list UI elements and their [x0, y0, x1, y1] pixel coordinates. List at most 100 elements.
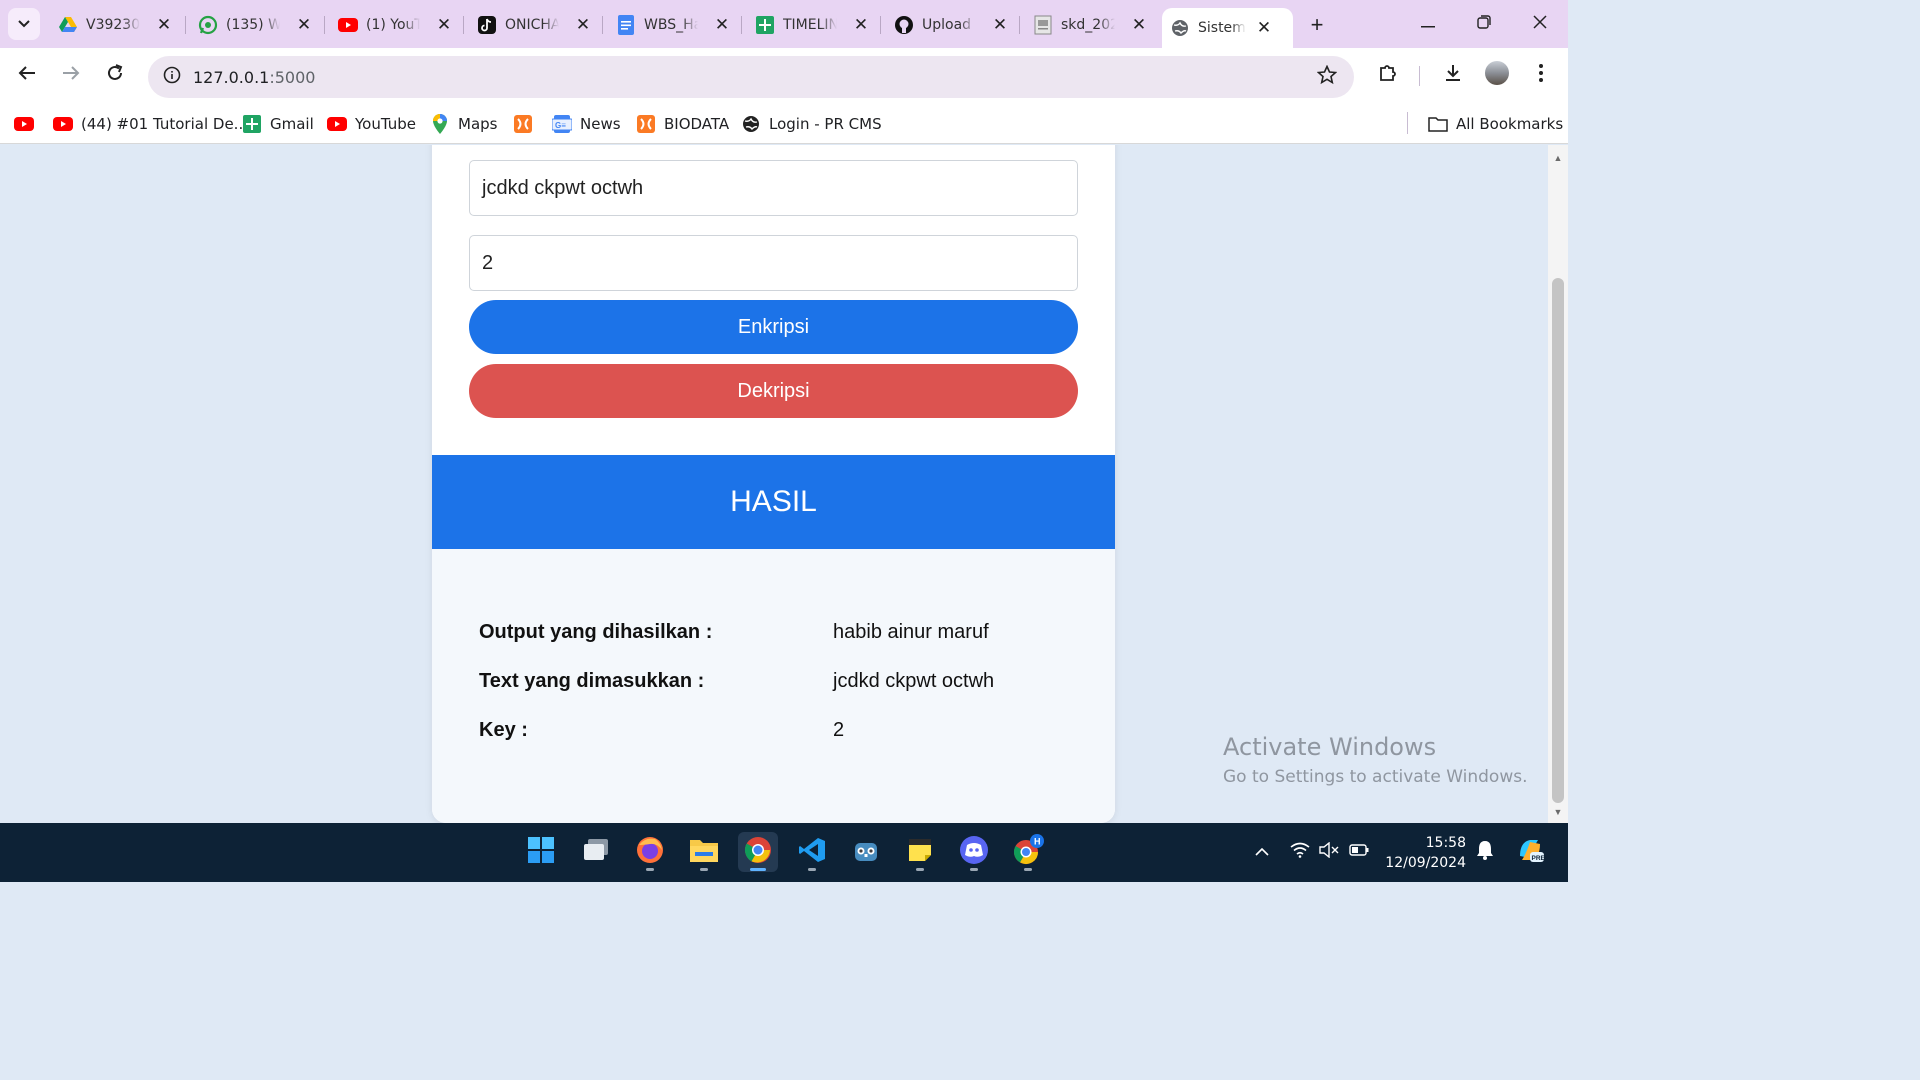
- tab-title: V392300: [86, 17, 140, 33]
- start-button[interactable]: [521, 832, 561, 872]
- bookmark-label: All Bookmarks: [1456, 115, 1564, 133]
- tab-title: TIMELINE: [783, 17, 837, 33]
- running-indicator: [750, 868, 766, 871]
- tab-google-sheets[interactable]: TIMELINE ✕: [747, 8, 871, 42]
- bookmark-tutorial[interactable]: (44) #01 Tutorial De...: [53, 113, 248, 135]
- tab-sistem-active[interactable]: Sistem Kriptografi ✕: [1162, 8, 1293, 48]
- profile-button[interactable]: [1482, 60, 1512, 90]
- bookmark-star-button[interactable]: [1316, 64, 1338, 90]
- encrypt-button[interactable]: Enkripsi: [469, 300, 1078, 354]
- bookmark-label: Gmail: [270, 115, 314, 133]
- clock-time: 15:58: [1425, 835, 1466, 851]
- close-icon[interactable]: ✕: [294, 15, 314, 35]
- windows-start-icon: [527, 836, 555, 869]
- result-title: HASIL: [730, 485, 817, 518]
- forward-button[interactable]: [56, 60, 86, 90]
- taskbar-vscode[interactable]: [792, 832, 832, 872]
- google-drive-icon: [58, 15, 78, 35]
- system-clock[interactable]: 15:58 12/09/2024: [1380, 833, 1466, 873]
- all-bookmarks-button[interactable]: All Bookmarks: [1428, 113, 1563, 135]
- text-input[interactable]: jcdkd ckpwt octwh: [469, 160, 1078, 216]
- close-icon: [1533, 14, 1547, 34]
- taskbar-file-explorer[interactable]: [684, 832, 724, 872]
- key-value: 2: [833, 719, 845, 741]
- close-icon[interactable]: ✕: [434, 15, 454, 35]
- notifications-button[interactable]: [1475, 840, 1495, 862]
- chevron-up-icon: [1255, 843, 1269, 861]
- star-icon: [1316, 64, 1338, 90]
- scroll-thumb[interactable]: [1552, 278, 1564, 803]
- running-indicator: [916, 868, 924, 871]
- globe-icon: [741, 114, 761, 134]
- running-indicator: [1024, 868, 1032, 871]
- bookmark-login-pr-cms[interactable]: Login - PR CMS: [741, 113, 882, 135]
- sticky-notes-icon: [907, 837, 933, 868]
- tab-separator: [324, 16, 325, 34]
- browser-toolbar: 127.0.0.1:5000: [0, 48, 1568, 104]
- bookmark-biodata[interactable]: BIODATA: [636, 113, 729, 135]
- bookmark-maps[interactable]: Maps: [430, 113, 497, 135]
- task-view-button[interactable]: [576, 832, 616, 872]
- scroll-up-icon[interactable]: ▲: [1553, 153, 1563, 163]
- taskbar-godot[interactable]: [846, 832, 886, 872]
- downloads-button[interactable]: [1438, 60, 1468, 90]
- back-button[interactable]: [12, 60, 42, 90]
- show-hidden-icons-button[interactable]: [1252, 842, 1272, 862]
- restore-icon: [1477, 14, 1491, 34]
- taskbar-firefox[interactable]: [630, 832, 670, 872]
- wifi-button[interactable]: [1290, 842, 1310, 862]
- tab-google-drive[interactable]: V392300 ✕: [50, 8, 174, 42]
- tab-separator: [880, 16, 881, 34]
- input-text-value: jcdkd ckpwt octwh: [833, 670, 995, 692]
- close-icon[interactable]: ✕: [154, 15, 174, 35]
- puzzle-icon: [1378, 63, 1398, 88]
- address-bar[interactable]: 127.0.0.1:5000: [148, 56, 1354, 98]
- close-icon[interactable]: ✕: [990, 15, 1010, 35]
- minimize-button[interactable]: [1416, 12, 1440, 36]
- bookmark-gmail[interactable]: Gmail: [242, 113, 314, 135]
- output-value: habib ainur maruf: [833, 621, 989, 643]
- restore-button[interactable]: [1472, 12, 1496, 36]
- key-input[interactable]: 2: [469, 235, 1078, 291]
- tab-google-docs[interactable]: WBS_Ha ✕: [608, 8, 732, 42]
- discord-icon: [959, 835, 989, 870]
- close-icon[interactable]: ✕: [573, 15, 593, 35]
- bookmark-youtube[interactable]: YouTube: [327, 113, 416, 135]
- tab-search-button[interactable]: [8, 8, 40, 40]
- tiktok-icon: [477, 15, 497, 35]
- bookmark-youtube-shortcut[interactable]: [14, 113, 42, 135]
- page-scrollbar[interactable]: ▲ ▼: [1548, 145, 1568, 823]
- activate-windows-watermark: Activate Windows Go to Settings to activ…: [1223, 733, 1528, 787]
- decrypt-button[interactable]: Dekripsi: [469, 364, 1078, 418]
- chrome-menu-button[interactable]: [1526, 60, 1556, 90]
- new-tab-button[interactable]: +: [1304, 12, 1330, 38]
- close-icon[interactable]: ✕: [712, 15, 732, 35]
- taskbar-discord[interactable]: [954, 832, 994, 872]
- scroll-down-icon[interactable]: ▼: [1553, 807, 1563, 817]
- site-info-button[interactable]: [156, 61, 188, 93]
- close-icon[interactable]: ✕: [851, 15, 871, 35]
- tab-title: (135) WhatsApp: [226, 17, 280, 33]
- tab-title: skd_202: [1061, 17, 1115, 33]
- copilot-button[interactable]: PRE: [1516, 838, 1546, 866]
- taskbar-chrome-profile[interactable]: H: [1008, 832, 1048, 872]
- tab-tiktok[interactable]: ONICHAN ✕: [469, 8, 593, 42]
- close-icon[interactable]: ✕: [1254, 18, 1274, 38]
- tab-document[interactable]: skd_202 ✕: [1025, 8, 1149, 42]
- extensions-button[interactable]: [1373, 60, 1403, 90]
- file-explorer-icon: [689, 837, 719, 868]
- document-icon: [1033, 15, 1053, 35]
- tab-github[interactable]: Upload ✕: [886, 8, 1010, 42]
- taskbar-sticky-notes[interactable]: [900, 832, 940, 872]
- reload-icon: [106, 63, 124, 87]
- close-icon[interactable]: ✕: [1129, 15, 1149, 35]
- bookmark-xampp[interactable]: [513, 113, 541, 135]
- taskbar-chrome[interactable]: [738, 832, 778, 872]
- tab-whatsapp[interactable]: (135) WhatsApp ✕: [190, 8, 314, 42]
- close-window-button[interactable]: [1528, 12, 1552, 36]
- bookmark-news[interactable]: G≡ News: [552, 113, 621, 135]
- volume-button[interactable]: [1319, 841, 1339, 862]
- battery-button[interactable]: [1349, 842, 1369, 862]
- tab-youtube[interactable]: (1) YouTube ✕: [330, 8, 454, 42]
- reload-button[interactable]: [100, 60, 130, 90]
